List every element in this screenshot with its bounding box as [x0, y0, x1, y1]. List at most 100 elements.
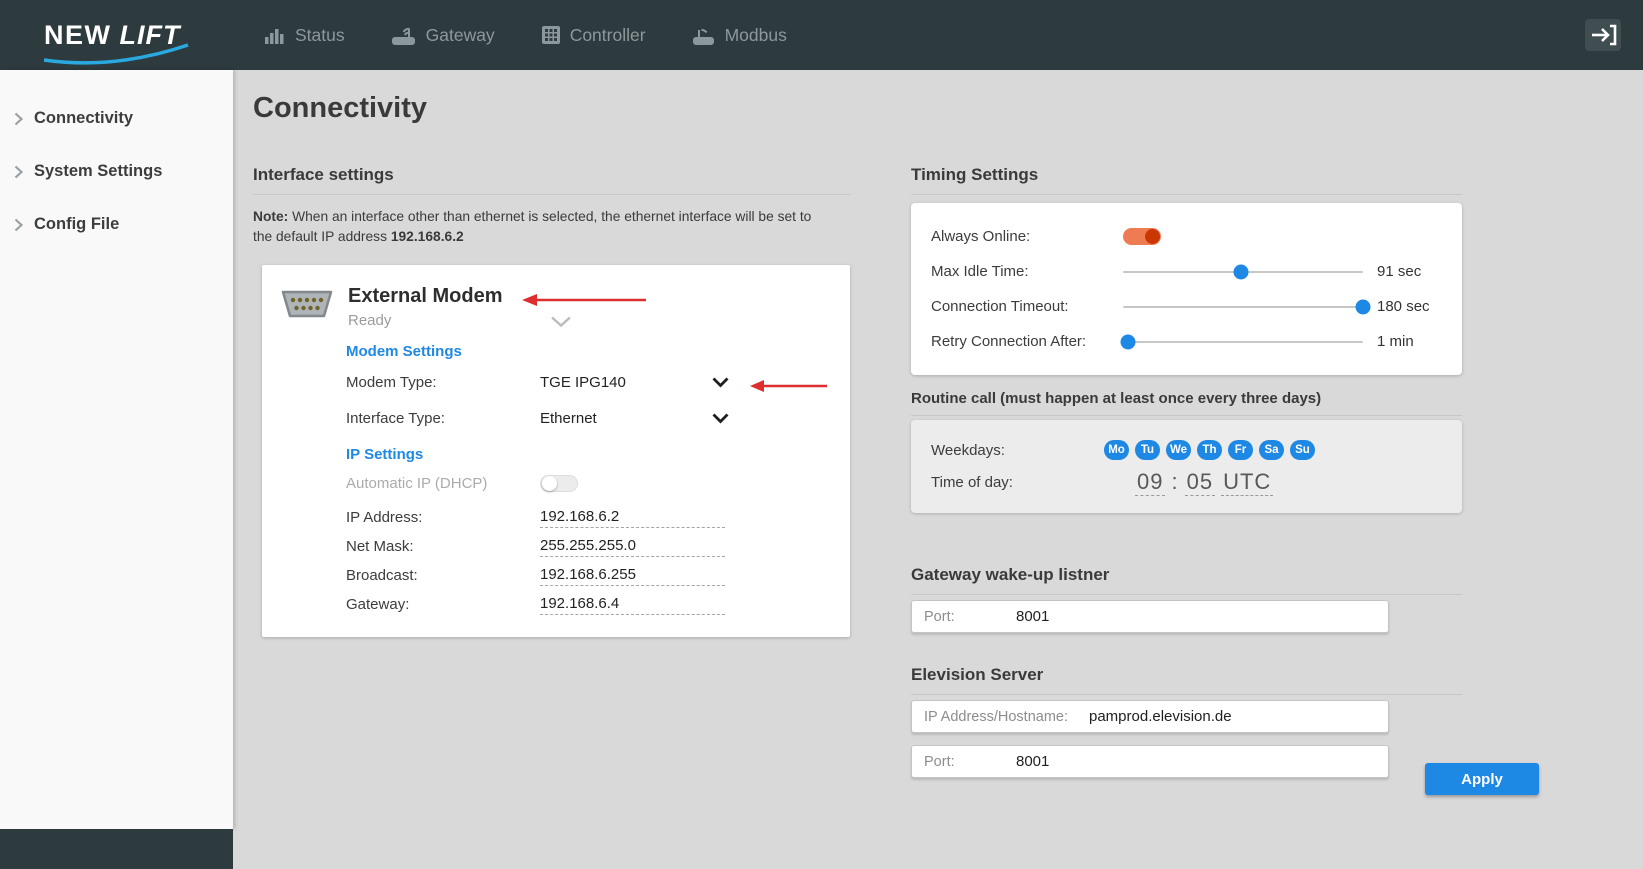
weekday-pill-su[interactable]: Su [1290, 440, 1315, 460]
dhcp-label: Automatic IP (DHCP) [346, 475, 540, 492]
ip-address-label: IP Address: [346, 509, 540, 526]
main-content: Connectivity Interface settings Note: Wh… [233, 70, 1643, 869]
logo-swoosh-icon [42, 42, 192, 66]
device-name: External Modem [348, 285, 502, 308]
gateway-label: Gateway: [346, 596, 540, 613]
slider-knob[interactable] [1356, 299, 1371, 314]
ip-address-input[interactable]: 192.168.6.2 [540, 508, 725, 528]
dhcp-toggle[interactable] [540, 475, 578, 492]
retry-connection-slider[interactable] [1123, 334, 1363, 350]
elevision-port-field: Port: 8001 [911, 745, 1389, 778]
nav-item-label: Modbus [725, 25, 787, 46]
nav-item-controller[interactable]: Controller [541, 25, 646, 46]
serial-connector-icon [278, 285, 336, 323]
wakeup-port-input[interactable]: 8001 [1016, 608, 1049, 625]
sidebar-item-connectivity[interactable]: Connectivity [0, 92, 233, 145]
retry-connection-label: Retry Connection After: [931, 333, 1123, 350]
wakeup-port-label: Port: [924, 609, 1016, 625]
weekday-pill-we[interactable]: We [1166, 440, 1191, 460]
chevron-down-icon [712, 413, 729, 424]
always-online-row: Always Online: [931, 219, 1442, 254]
interface-type-row: Interface Type: Ethernet [346, 400, 834, 436]
timezone-label: UTC [1221, 469, 1273, 496]
toggle-knob [542, 476, 557, 491]
always-online-label: Always Online: [931, 228, 1123, 245]
weekday-pills: Mo Tu We Th Fr Sa Su [1104, 440, 1315, 460]
max-idle-time-label: Max Idle Time: [931, 263, 1123, 280]
note-label: Note: [253, 209, 288, 224]
nav-menu: Status Gateway Controller Modbus [264, 25, 787, 46]
modem-settings-heading: Modem Settings [346, 343, 834, 360]
max-idle-time-slider[interactable] [1123, 264, 1363, 280]
gateway-row: Gateway: 192.168.6.4 [346, 590, 834, 619]
nav-item-modbus[interactable]: Modbus [692, 25, 787, 46]
nav-item-status[interactable]: Status [264, 25, 345, 46]
minute-input[interactable]: 05 [1185, 469, 1215, 496]
max-idle-time-value: 91 sec [1377, 263, 1421, 280]
nav-item-gateway[interactable]: Gateway [391, 25, 495, 46]
hour-input[interactable]: 09 [1135, 469, 1165, 496]
modem-type-value: TGE IPG140 [540, 374, 712, 391]
modem-settings-block: Modem Settings Modem Type: TGE IPG140 In… [346, 343, 834, 619]
connection-timeout-slider[interactable] [1123, 299, 1363, 315]
page-title: Connectivity [253, 92, 427, 125]
weekdays-label: Weekdays: [931, 442, 1104, 459]
logout-button[interactable] [1585, 19, 1621, 56]
router-icon [391, 25, 417, 46]
broadcast-row: Broadcast: 192.168.6.255 [346, 561, 834, 590]
apply-button[interactable]: Apply [1425, 763, 1539, 795]
modem-type-label: Modem Type: [346, 374, 540, 391]
slider-track[interactable] [1123, 306, 1363, 308]
modbus-device-icon [692, 25, 716, 46]
newlift-logo: NEW LIFT [44, 12, 194, 58]
net-mask-input[interactable]: 255.255.255.0 [540, 537, 725, 557]
max-idle-time-row: Max Idle Time: 91 sec [931, 254, 1442, 289]
weekday-pill-tu[interactable]: Tu [1135, 440, 1160, 460]
interface-type-value: Ethernet [540, 410, 712, 427]
connection-timeout-label: Connection Timeout: [931, 298, 1123, 315]
always-online-toggle[interactable] [1123, 228, 1161, 245]
note-text: When an interface other than ethernet is… [253, 209, 811, 244]
elevision-port-input[interactable]: 8001 [1016, 753, 1049, 770]
nav-item-label: Controller [570, 25, 646, 46]
elevision-host-input[interactable]: pamprod.elevision.de [1089, 708, 1232, 725]
time-of-day-row: Time of day: 09 : 05 UTC [931, 466, 1442, 498]
sidebar-item-label: System Settings [34, 162, 162, 181]
routine-call-heading: Routine call (must happen at least once … [911, 390, 1462, 416]
weekday-pill-mo[interactable]: Mo [1104, 440, 1129, 460]
weekday-pill-th[interactable]: Th [1197, 440, 1222, 460]
sidebar-item-config-file[interactable]: Config File [0, 198, 233, 251]
retry-connection-value: 1 min [1377, 333, 1414, 350]
ip-settings-heading: IP Settings [346, 446, 834, 463]
sidebar-item-system-settings[interactable]: System Settings [0, 145, 233, 198]
slider-knob[interactable] [1233, 264, 1248, 279]
interface-type-dropdown[interactable]: Ethernet [540, 410, 729, 427]
broadcast-input[interactable]: 192.168.6.255 [540, 566, 725, 586]
top-navbar: NEW LIFT Status Gateway Controller [0, 0, 1643, 70]
sidebar: Connectivity System Settings Config File [0, 70, 233, 829]
timing-settings-heading: Timing Settings [911, 165, 1462, 195]
weekday-pill-sa[interactable]: Sa [1259, 440, 1284, 460]
interface-card: External Modem Ready Modem Settings Mode… [262, 265, 850, 637]
elevision-host-label: IP Address/Hostname: [924, 709, 1077, 725]
device-status: Ready [348, 312, 502, 329]
device-expand-chevron-icon[interactable] [550, 315, 572, 333]
dhcp-row: Automatic IP (DHCP) [346, 467, 834, 499]
routine-call-card: Weekdays: Mo Tu We Th Fr Sa Su Time of d… [911, 420, 1462, 513]
toggle-knob [1145, 229, 1160, 244]
gateway-input[interactable]: 192.168.6.4 [540, 595, 725, 615]
slider-knob[interactable] [1120, 334, 1135, 349]
weekday-pill-fr[interactable]: Fr [1228, 440, 1253, 460]
device-info: External Modem Ready [348, 285, 502, 329]
modem-type-row: Modem Type: TGE IPG140 [346, 364, 834, 400]
elevision-port-label: Port: [924, 754, 1016, 770]
modem-type-dropdown[interactable]: TGE IPG140 [540, 374, 729, 391]
ip-address-row: IP Address: 192.168.6.2 [346, 503, 834, 532]
broadcast-label: Broadcast: [346, 567, 540, 584]
interface-settings-heading: Interface settings [253, 165, 850, 195]
slider-track[interactable] [1123, 341, 1363, 343]
chevron-right-icon [14, 218, 23, 232]
interface-type-label: Interface Type: [346, 410, 540, 427]
right-settings-section: Timing Settings Always Online: Max Idle … [911, 165, 1551, 869]
note-default-ip: 192.168.6.2 [391, 229, 464, 244]
